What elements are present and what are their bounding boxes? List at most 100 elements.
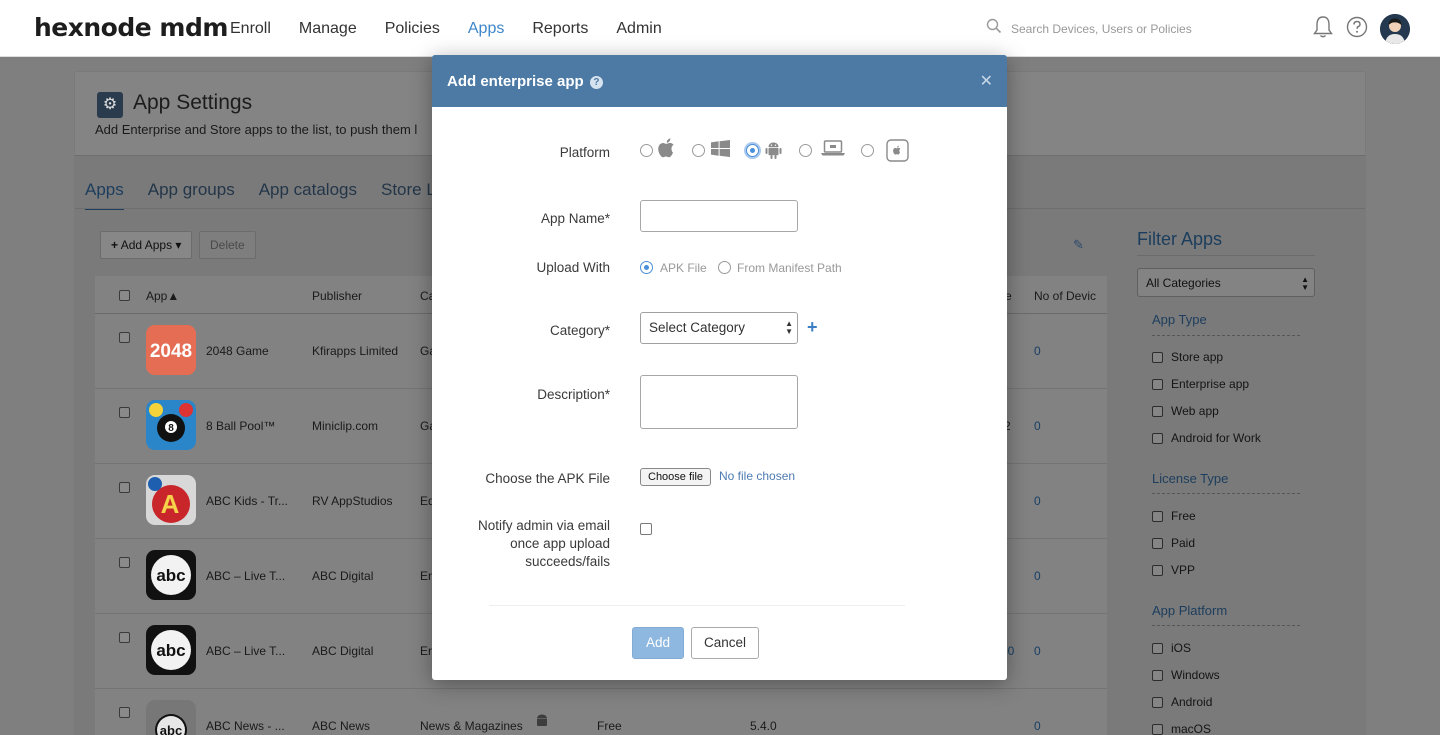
tab-app-catalogs[interactable]: App catalogs bbox=[259, 180, 357, 210]
device-count[interactable]: 0 bbox=[1034, 494, 1041, 508]
platform-radio-ios[interactable] bbox=[640, 144, 653, 157]
help-icon[interactable] bbox=[1346, 16, 1368, 43]
app-icon-2048: 2048 bbox=[146, 325, 196, 375]
filter-title: Filter Apps bbox=[1137, 229, 1223, 249]
nav-reports[interactable]: Reports bbox=[518, 0, 602, 57]
platform-radio-android[interactable] bbox=[746, 144, 759, 157]
svg-text:A: A bbox=[161, 489, 180, 519]
filter-app-platform-title: App Platform bbox=[1152, 603, 1228, 618]
app-name[interactable]: ABC Kids - Tr... bbox=[206, 494, 288, 508]
app-name[interactable]: ABC – Live T... bbox=[206, 569, 285, 583]
filter-paid[interactable]: Paid bbox=[1152, 536, 1195, 550]
app-publisher: ABC Digital bbox=[312, 644, 374, 658]
filter-enterprise-app[interactable]: Enterprise app bbox=[1152, 377, 1249, 391]
platform-radio-macos[interactable] bbox=[799, 144, 812, 157]
filter-free[interactable]: Free bbox=[1152, 509, 1196, 523]
nav-manage[interactable]: Manage bbox=[285, 0, 371, 57]
filter-dash-divider bbox=[1152, 335, 1300, 336]
search-icon bbox=[986, 18, 1002, 39]
app-icon-abc-news: abc bbox=[146, 700, 196, 735]
nav-policies[interactable]: Policies bbox=[371, 0, 454, 57]
filter-android[interactable]: Android bbox=[1152, 695, 1212, 709]
apple-icon bbox=[657, 138, 675, 163]
tab-app-groups[interactable]: App groups bbox=[148, 180, 235, 210]
filter-ios[interactable]: iOS bbox=[1152, 641, 1191, 655]
category-select[interactable]: Select Category ▲ ▼ bbox=[640, 312, 798, 344]
upload-option-manifest[interactable]: From Manifest Path bbox=[737, 261, 842, 275]
apple-tv-icon bbox=[886, 139, 909, 167]
row-checkbox[interactable] bbox=[119, 707, 130, 718]
col-devices[interactable]: No of Devic bbox=[1034, 289, 1096, 303]
add-enterprise-app-modal: Add enterprise app ? ✕ Platform App Name… bbox=[432, 55, 1007, 680]
page-subtitle: Add Enterprise and Store apps to the lis… bbox=[95, 122, 418, 137]
row-checkbox[interactable] bbox=[119, 482, 130, 493]
table-row[interactable]: abc ABC News - ... ABC News News & Magaz… bbox=[95, 689, 1107, 735]
app-publisher: Miniclip.com bbox=[312, 419, 379, 433]
search-input[interactable]: Search Devices, Users or Policies bbox=[1011, 22, 1192, 36]
nav-admin[interactable]: Admin bbox=[602, 0, 675, 57]
choose-file-button[interactable]: Choose file bbox=[640, 468, 712, 486]
upload-radio-manifest[interactable] bbox=[718, 261, 731, 274]
filter-web-app[interactable]: Web app bbox=[1152, 404, 1219, 418]
app-icon-abc-kids: A bbox=[146, 475, 196, 525]
nav-apps[interactable]: Apps bbox=[453, 0, 519, 58]
device-count[interactable]: 0 bbox=[1034, 719, 1041, 733]
filter-divider bbox=[1137, 255, 1315, 256]
windows-icon bbox=[711, 140, 730, 162]
add-apps-button[interactable]: + Add Apps ▾ bbox=[100, 231, 193, 259]
filter-dash-divider bbox=[1152, 493, 1300, 494]
brand-logo[interactable]: hexnode mdm bbox=[34, 13, 228, 42]
bell-icon[interactable] bbox=[1312, 15, 1334, 44]
main-nav: Enroll Manage Policies Apps Reports Admi… bbox=[216, 0, 676, 58]
help-icon[interactable]: ? bbox=[589, 76, 603, 89]
close-icon[interactable]: ✕ bbox=[980, 71, 993, 91]
app-name[interactable]: ABC – Live T... bbox=[206, 644, 285, 658]
upload-radio-apk[interactable] bbox=[640, 261, 653, 274]
device-count[interactable]: 0 bbox=[1034, 644, 1041, 658]
app-name[interactable]: ABC News - ... bbox=[206, 719, 285, 733]
app-name-input[interactable] bbox=[640, 200, 798, 232]
row-checkbox[interactable] bbox=[119, 332, 130, 343]
category-filter-select[interactable]: All Categories ▲ ▼ bbox=[1137, 268, 1315, 297]
upload-option-apk[interactable]: APK File bbox=[660, 261, 707, 275]
app-publisher: Kfirapps Limited bbox=[312, 344, 399, 358]
notify-admin-checkbox[interactable] bbox=[640, 523, 652, 535]
tab-apps[interactable]: Apps bbox=[85, 180, 124, 210]
app-name[interactable]: 2048 Game bbox=[206, 344, 269, 358]
filter-macos[interactable]: macOS bbox=[1152, 722, 1211, 735]
app-tabs: Apps App groups App catalogs Store La bbox=[85, 180, 445, 210]
delete-button[interactable]: Delete bbox=[199, 231, 256, 259]
app-name[interactable]: 8 Ball Pool™ bbox=[206, 419, 275, 433]
svg-text:8: 8 bbox=[168, 423, 174, 434]
add-button[interactable]: Add bbox=[632, 627, 684, 659]
user-avatar[interactable] bbox=[1380, 14, 1410, 44]
row-checkbox[interactable] bbox=[119, 407, 130, 418]
col-app[interactable]: App▲ bbox=[146, 289, 179, 303]
select-all-checkbox[interactable] bbox=[119, 290, 130, 301]
pencil-icon[interactable]: ✎ bbox=[1073, 237, 1084, 253]
row-checkbox[interactable] bbox=[119, 557, 130, 568]
notify-admin-label: Notify admin via email once app upload s… bbox=[477, 518, 610, 569]
row-checkbox[interactable] bbox=[119, 632, 130, 643]
app-icon-8-ball-pool: 8 bbox=[146, 400, 196, 450]
gear-icon: ⚙ bbox=[97, 92, 123, 118]
filter-vpp[interactable]: VPP bbox=[1152, 563, 1195, 577]
description-label: Description* bbox=[537, 387, 610, 402]
device-count[interactable]: 0 bbox=[1034, 569, 1041, 583]
app-category: News & Magazines bbox=[420, 719, 523, 733]
platform-radio-windows[interactable] bbox=[692, 144, 705, 157]
col-publisher[interactable]: Publisher bbox=[312, 289, 362, 303]
platform-radio-tvos[interactable] bbox=[861, 144, 874, 157]
device-count[interactable]: 0 bbox=[1034, 344, 1041, 358]
filter-android-for-work[interactable]: Android for Work bbox=[1152, 431, 1261, 445]
global-search[interactable]: Search Devices, Users or Policies bbox=[986, 18, 1192, 39]
filter-store-app[interactable]: Store app bbox=[1152, 350, 1223, 364]
device-count[interactable]: 0 bbox=[1034, 419, 1041, 433]
nav-enroll[interactable]: Enroll bbox=[216, 0, 285, 57]
modal-title: Add enterprise app ? bbox=[447, 73, 603, 90]
choose-apk-label: Choose the APK File bbox=[485, 471, 610, 486]
cancel-button[interactable]: Cancel bbox=[691, 627, 759, 659]
add-category-plus-icon[interactable]: + bbox=[807, 317, 818, 338]
description-textarea[interactable] bbox=[640, 375, 798, 429]
filter-windows[interactable]: Windows bbox=[1152, 668, 1220, 682]
